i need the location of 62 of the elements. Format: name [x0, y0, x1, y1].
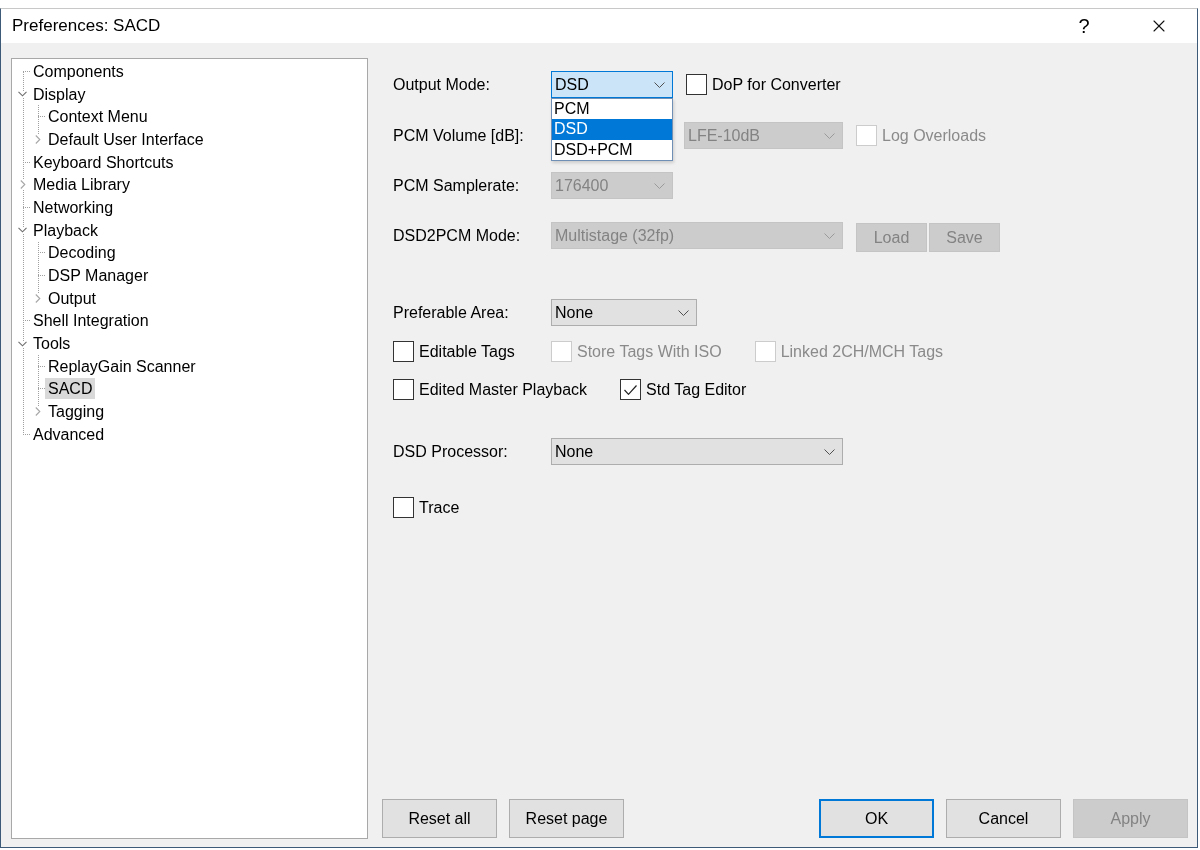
checkbox-label: Editable Tags	[419, 342, 515, 361]
footer-button[interactable]: Cancel	[946, 799, 1061, 838]
tree-item[interactable]: Networking	[30, 196, 117, 218]
tree-item[interactable]: Decoding	[45, 242, 119, 264]
tree-item[interactable]: Components	[30, 60, 127, 82]
field-label: Output Mode:	[393, 75, 491, 94]
checkbox-label: Std Tag Editor	[646, 380, 747, 399]
checkbox-label: Edited Master Playback	[419, 380, 588, 399]
chevron-down-icon[interactable]	[18, 340, 27, 347]
chevron-down-icon	[678, 309, 689, 316]
chevron-down-icon	[824, 132, 835, 139]
chevron-down-icon	[824, 448, 835, 455]
help-button[interactable]: ?	[1061, 9, 1107, 43]
field-label: PCM Volume [dB]:	[393, 126, 525, 145]
tree-item[interactable]: Default User Interface	[45, 128, 207, 150]
chevron-down-icon	[654, 81, 665, 88]
checkbox[interactable]	[393, 341, 414, 362]
checkbox-label: DoP for Converter	[712, 75, 841, 94]
dropdown[interactable]: None	[551, 438, 843, 465]
tree-item[interactable]: Playback	[30, 219, 101, 241]
checkbox[interactable]	[393, 379, 414, 400]
tree-item[interactable]: Advanced	[30, 423, 108, 445]
chevron-right-icon[interactable]	[34, 293, 41, 303]
chevron-right-icon[interactable]	[34, 407, 41, 417]
tree-item[interactable]: Media Library	[30, 174, 133, 196]
field-label: DSD2PCM Mode:	[393, 226, 522, 246]
checkbox-label: Log Overloads	[882, 126, 987, 145]
field-label: PCM Samplerate:	[393, 176, 521, 195]
tree-item[interactable]: DSP Manager	[45, 265, 152, 287]
tree-item[interactable]: Output	[45, 287, 100, 309]
checkbox-label: Store Tags With ISO	[577, 342, 722, 361]
tree-item[interactable]: SACD	[45, 378, 96, 400]
field-label: DSD Processor:	[393, 442, 509, 461]
chevron-down-icon	[654, 182, 665, 189]
chevron-right-icon[interactable]	[34, 134, 41, 144]
dropdown-option[interactable]: PCM	[552, 99, 672, 120]
tree-item[interactable]: Tools	[30, 333, 74, 355]
checkbox-label: Trace	[419, 498, 460, 517]
checkbox[interactable]	[393, 497, 414, 518]
tree-item[interactable]: Shell Integration	[30, 310, 152, 332]
tree-item[interactable]: Tagging	[45, 401, 108, 423]
tree-item[interactable]: Display	[30, 83, 89, 105]
window-title: Preferences: SACD	[12, 16, 162, 36]
chevron-right-icon[interactable]	[19, 180, 26, 190]
footer-button[interactable]: OK	[819, 799, 934, 838]
chevron-down-icon[interactable]	[18, 91, 27, 98]
chevron-down-icon[interactable]	[18, 227, 27, 234]
footer-button[interactable]: Reset all	[382, 799, 497, 838]
tree-item[interactable]: Keyboard Shortcuts	[30, 151, 177, 173]
checkbox[interactable]	[620, 379, 642, 400]
footer-button[interactable]: Reset page	[509, 799, 624, 838]
dropdown-option[interactable]: DSD+PCM	[552, 139, 672, 160]
field-label: Preferable Area:	[393, 303, 510, 322]
chevron-down-icon	[824, 232, 835, 239]
dropdown-option[interactable]: DSD	[552, 119, 672, 140]
dropdown[interactable]: None	[551, 299, 697, 326]
dropdown[interactable]: DSD	[551, 71, 673, 98]
checkbox-label: Linked 2CH/MCH Tags	[780, 342, 944, 361]
checkmark-icon	[624, 384, 638, 395]
tree-item[interactable]: Context Menu	[45, 106, 151, 128]
tree-item[interactable]: ReplayGain Scanner	[45, 355, 199, 377]
checkbox[interactable]	[686, 74, 707, 95]
